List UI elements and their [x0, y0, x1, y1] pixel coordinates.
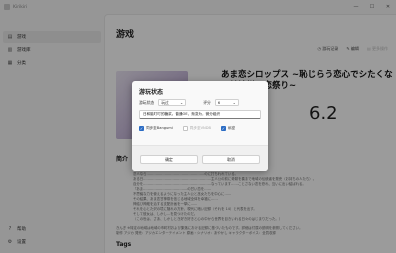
note-text: 日和脑叮叮的糖浆。普通OE，渐变为，微分组织 [143, 112, 220, 116]
private-checkbox[interactable]: ✓ 私密 [220, 126, 236, 131]
chevron-down-icon: ⌄ [180, 100, 184, 105]
status-label: 游玩状态 [139, 99, 155, 105]
dialog-button-row: 确定 取消 [132, 145, 268, 171]
play-status-dialog: 游玩状态 游玩状态 玩过 ⌄ 评分 6 ⌄ 日和脑叮叮的糖浆。普通OE，渐变为，… [132, 81, 268, 171]
empty-checkbox-icon [182, 126, 188, 131]
sync-vndb-checkbox[interactable]: 同步至VNDB [182, 126, 211, 131]
confirm-button[interactable]: 确定 [140, 155, 198, 164]
checkbox-label: 私密 [227, 126, 236, 130]
chevron-down-icon: ⌄ [232, 100, 236, 105]
note-input[interactable]: 日和脑叮叮的糖浆。普通OE，渐变为，微分组织 [139, 110, 261, 119]
status-value: 玩过 [161, 99, 169, 105]
score-value: 6 [217, 100, 221, 105]
score-label: 评分 [203, 99, 211, 105]
sync-bangumi-checkbox[interactable]: ✓ 同步至Bangumi [139, 126, 173, 131]
cancel-button[interactable]: 取消 [202, 155, 260, 164]
checkbox-label: 同步至VNDB [189, 126, 211, 130]
checkbox-label: 同步至Bangumi [146, 126, 173, 130]
dialog-title: 游玩状态 [139, 89, 164, 96]
checkmark-icon: ✓ [220, 126, 226, 131]
score-select[interactable]: 6 ⌄ [214, 99, 239, 106]
checkmark-icon: ✓ [139, 126, 144, 131]
status-select[interactable]: 玩过 ⌄ [158, 99, 187, 106]
